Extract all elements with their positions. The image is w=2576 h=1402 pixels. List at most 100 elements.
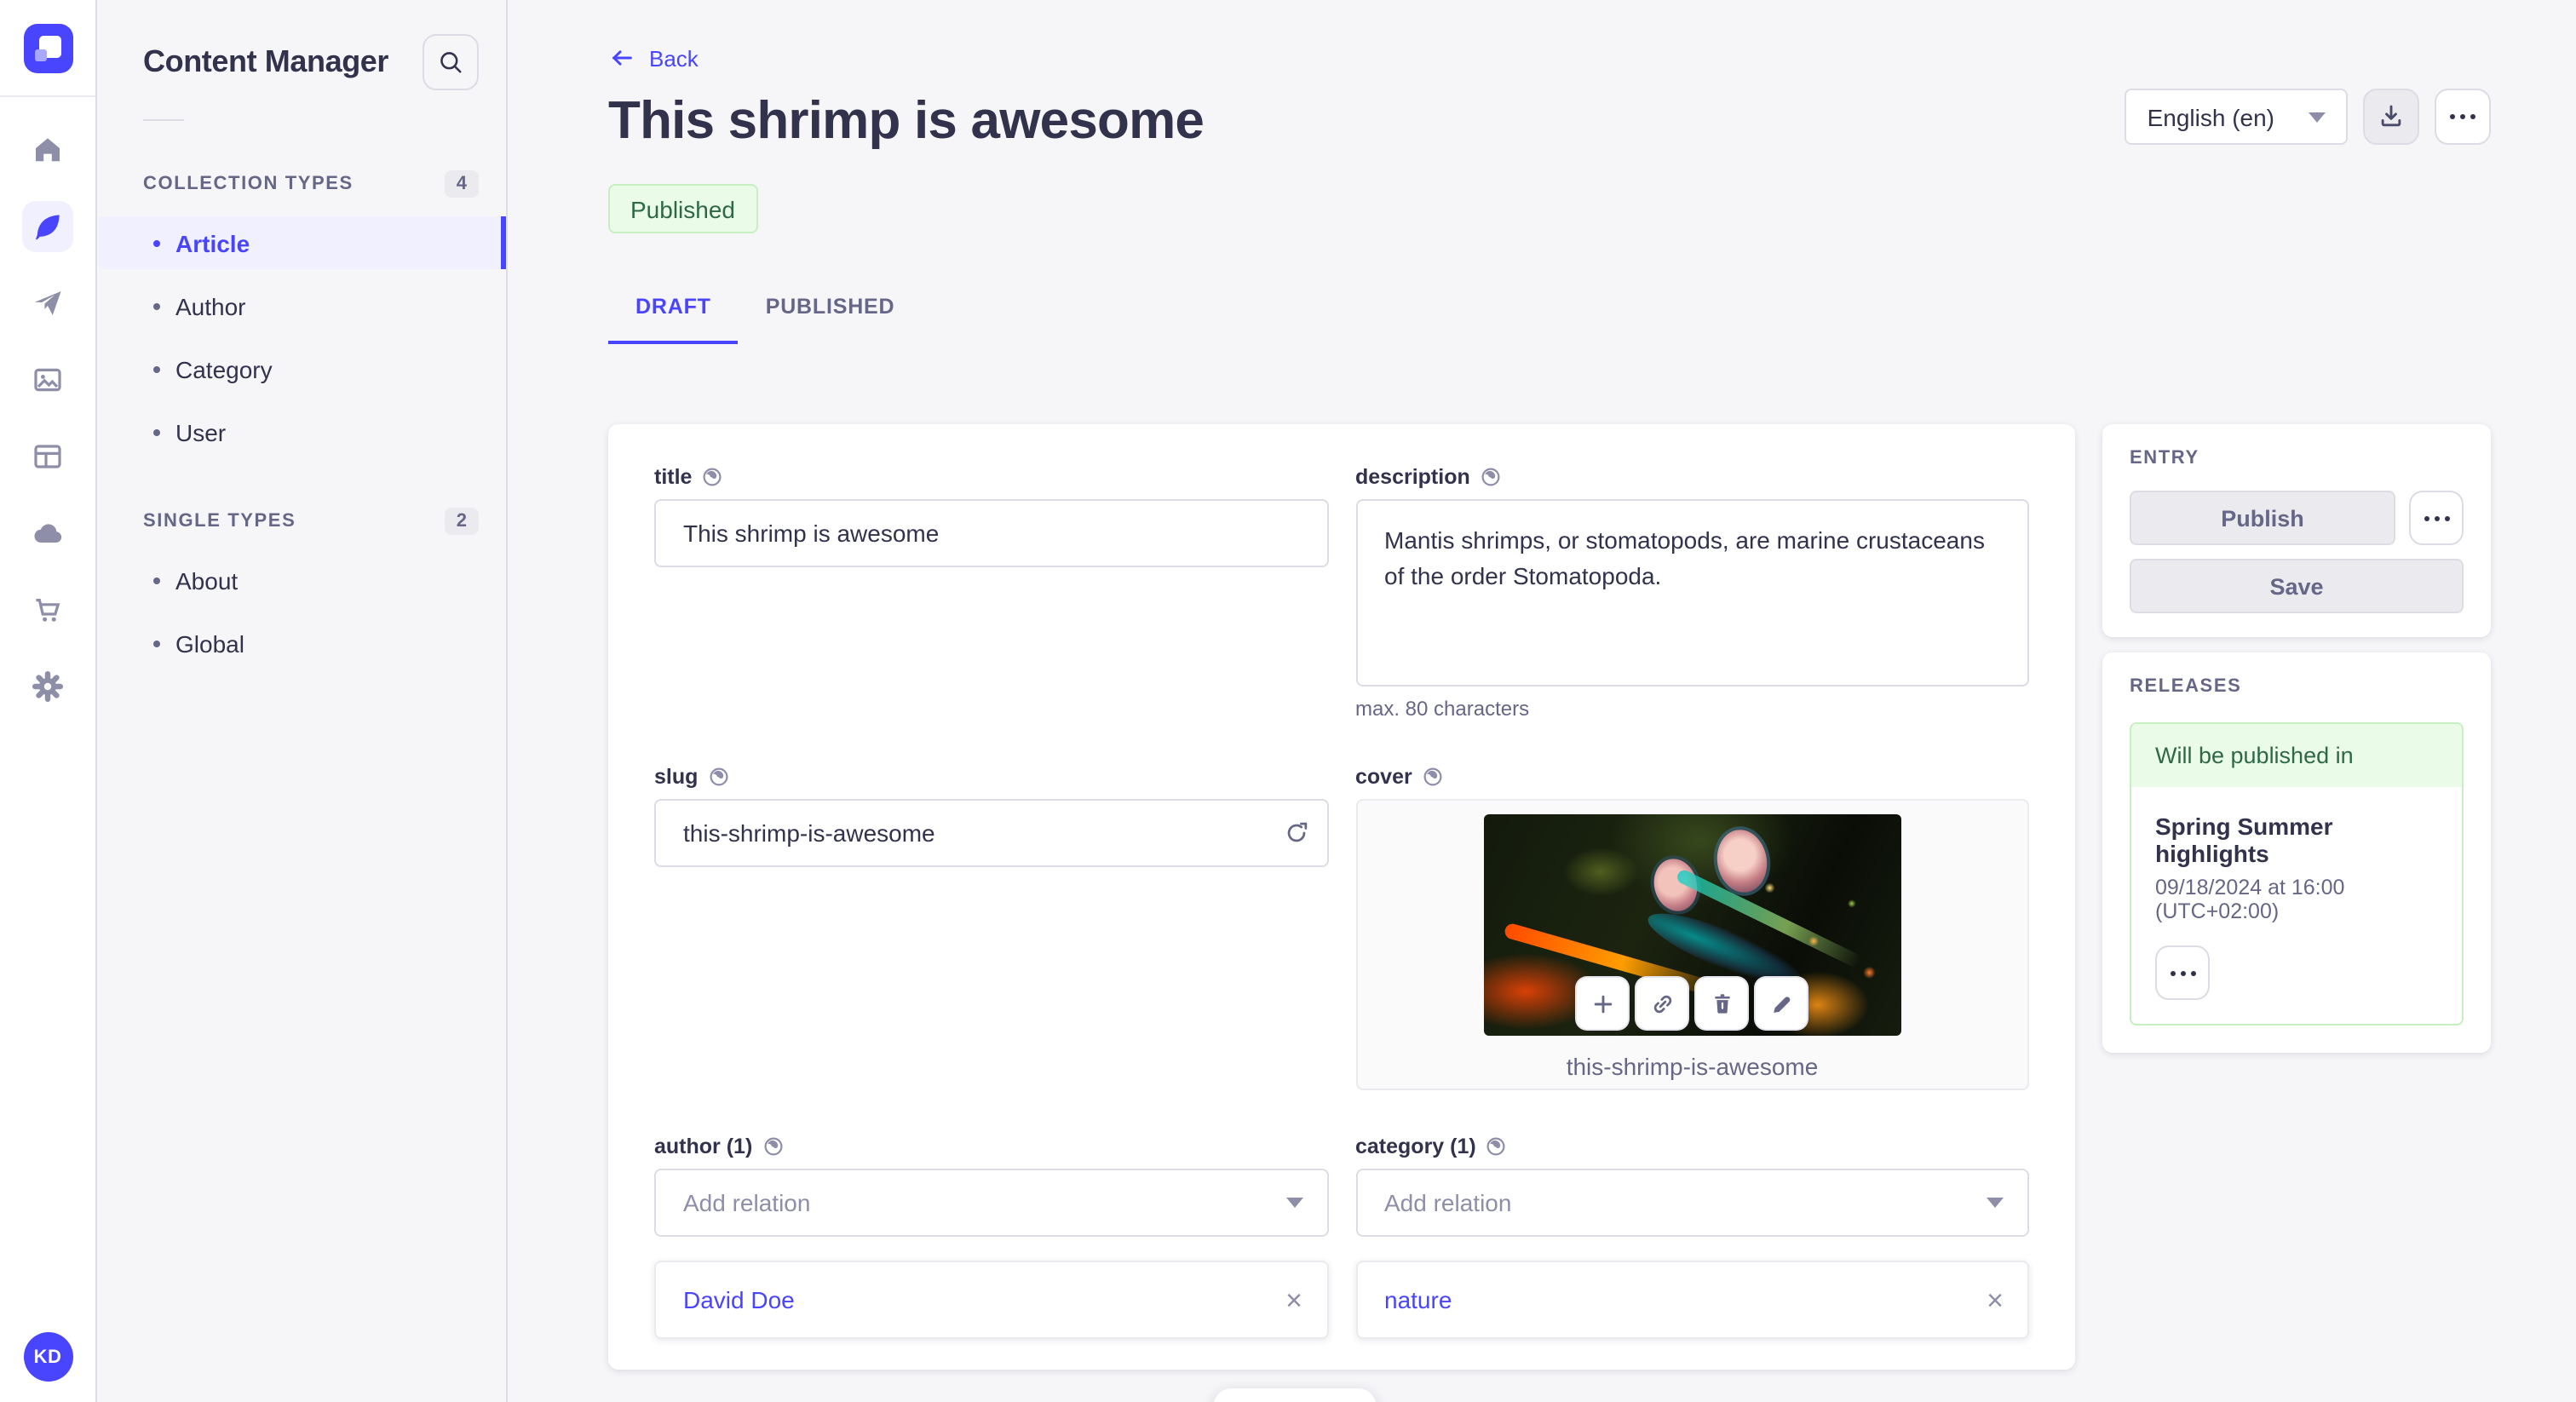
trash-icon	[1714, 993, 1730, 1013]
header-more-button[interactable]	[2435, 89, 2491, 145]
slug-label: slug	[654, 765, 699, 789]
sidebar-item-label: About	[175, 566, 239, 594]
add-asset-button[interactable]	[1575, 976, 1630, 1031]
collection-types-section: COLLECTION TYPES 4 Article Author Catego…	[99, 169, 506, 458]
release-item: Will be published in Spring Summer highl…	[2130, 722, 2464, 1026]
sidebar-item-label: Category	[175, 355, 273, 382]
plus-icon	[1594, 994, 1612, 1013]
sidebar-item-label: Author	[175, 292, 246, 319]
globe-icon	[703, 468, 722, 486]
locale-value: English (en)	[2147, 103, 2274, 130]
save-button[interactable]: Save	[2130, 559, 2464, 613]
ellipsis-icon	[2450, 114, 2475, 119]
edit-form-card: title description	[608, 424, 2075, 1370]
category-relation-combobox[interactable]: Add relation	[1355, 1169, 2029, 1237]
cloud-icon[interactable]	[22, 508, 73, 559]
settings-gear-icon[interactable]	[22, 661, 73, 712]
sidebar-item-label: User	[175, 418, 227, 445]
sidebar-item-global[interactable]: Global	[99, 617, 506, 669]
content-type-builder-icon[interactable]	[22, 431, 73, 482]
bullet-icon	[153, 365, 160, 372]
entry-heading: ENTRY	[2130, 448, 2199, 468]
author-relation-combobox[interactable]: Add relation	[654, 1169, 1328, 1237]
marketplace-cart-icon[interactable]	[22, 584, 73, 635]
media-library-icon[interactable]	[22, 354, 73, 405]
title-input[interactable]	[654, 499, 1328, 567]
release-more-button[interactable]	[2155, 945, 2210, 1000]
chevron-down-icon	[2309, 112, 2326, 122]
paper-plane-icon[interactable]	[22, 278, 73, 329]
section-count-badge: 4	[444, 170, 479, 198]
cover-field-box: this-shrimp-is-awesome	[1355, 799, 2029, 1090]
refresh-icon	[1286, 822, 1307, 842]
pencil-icon	[1773, 996, 1790, 1012]
back-link[interactable]: Back	[608, 44, 699, 72]
field-author: author (1) Add relation David Doe ×	[654, 1135, 1328, 1339]
ellipsis-icon	[2424, 515, 2449, 520]
rail-divider	[0, 95, 95, 97]
sidebar-item-author[interactable]: Author	[99, 279, 506, 332]
version-tabs: DRAFT PUBLISHED	[608, 279, 922, 344]
strapi-logo[interactable]	[23, 24, 72, 73]
user-avatar[interactable]: KD	[23, 1332, 72, 1382]
delete-asset-button[interactable]	[1694, 976, 1750, 1031]
publish-button[interactable]: Publish	[2130, 491, 2395, 545]
cover-label: cover	[1355, 765, 1412, 789]
section-label: SINGLE TYPES	[143, 511, 296, 531]
search-icon	[440, 52, 462, 73]
home-icon[interactable]	[22, 124, 73, 175]
release-date: 09/18/2024 at 16:00 (UTC+02:00)	[2155, 876, 2345, 923]
download-button[interactable]	[2363, 89, 2419, 145]
globe-icon	[709, 767, 727, 786]
field-slug: slug	[654, 765, 1328, 867]
link-icon	[1653, 994, 1671, 1013]
globe-icon	[763, 1137, 782, 1156]
sidebar-item-label: Global	[175, 629, 244, 657]
category-relation-item: nature ×	[1355, 1261, 2029, 1339]
bullet-icon	[153, 640, 160, 646]
category-label: category (1)	[1355, 1135, 1476, 1158]
edit-asset-button[interactable]	[1754, 976, 1809, 1031]
remove-relation-icon[interactable]: ×	[1987, 1285, 2004, 1314]
sidebar-divider	[143, 119, 184, 121]
main-content: Back This shrimp is awesome Published DR…	[508, 0, 2576, 1402]
search-button[interactable]	[423, 34, 479, 90]
section-label: COLLECTION TYPES	[143, 174, 354, 194]
title-label: title	[654, 465, 693, 489]
globe-icon	[1423, 767, 1442, 786]
remove-relation-icon[interactable]: ×	[1285, 1285, 1302, 1314]
releases-panel: RELEASES Will be published in Spring Sum…	[2102, 652, 2491, 1053]
author-placeholder: Add relation	[683, 1189, 811, 1216]
strapi-admin: KD Content Manager COLLECTION TYPES 4 Ar…	[0, 0, 2576, 1402]
field-title: title	[654, 465, 1328, 567]
content-manager-icon[interactable]	[22, 201, 73, 252]
floating-widget[interactable]	[1213, 1388, 1377, 1402]
tab-published[interactable]: PUBLISHED	[739, 279, 923, 344]
category-relation-link[interactable]: nature	[1384, 1286, 1452, 1313]
single-types-section: SINGLE TYPES 2 About Global	[99, 506, 506, 669]
copy-link-button[interactable]	[1635, 976, 1690, 1031]
arrow-left-icon	[612, 50, 632, 66]
sidebar-item-category[interactable]: Category	[99, 342, 506, 395]
tab-draft[interactable]: DRAFT	[608, 279, 739, 344]
bullet-icon	[153, 577, 160, 583]
description-hint: max. 80 characters	[1355, 697, 1530, 721]
entry-more-button[interactable]	[2409, 491, 2464, 545]
author-label: author (1)	[654, 1135, 753, 1158]
strapi-logo-icon	[34, 36, 60, 61]
bullet-icon	[153, 428, 160, 435]
bullet-icon	[153, 302, 160, 309]
author-relation-link[interactable]: David Doe	[683, 1286, 795, 1313]
sidebar-item-article[interactable]: Article	[99, 216, 506, 269]
globe-icon	[1487, 1137, 1506, 1156]
header-controls: English (en)	[2125, 89, 2491, 145]
slug-input[interactable]	[654, 799, 1328, 867]
download-icon	[2381, 105, 2401, 127]
author-relation-item: David Doe ×	[654, 1261, 1328, 1339]
description-label: description	[1355, 465, 1470, 489]
sidebar-item-about[interactable]: About	[99, 554, 506, 606]
locale-select[interactable]: English (en)	[2125, 89, 2348, 145]
description-textarea[interactable]: Mantis shrimps, or stomatopods, are mari…	[1355, 499, 2029, 687]
regenerate-slug-button[interactable]	[1282, 819, 1309, 847]
sidebar-item-user[interactable]: User	[99, 405, 506, 458]
